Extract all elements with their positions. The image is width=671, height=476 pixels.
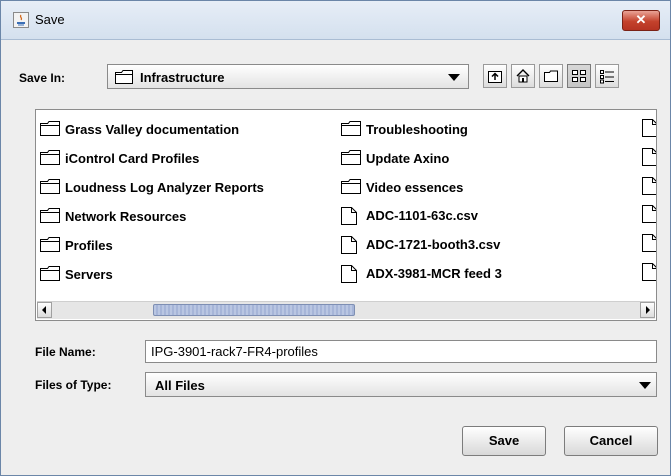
- item-label: iControl Card Profiles: [65, 151, 200, 166]
- file-icon: [642, 119, 656, 137]
- save-dialog: Save ✕ Save In: Infrastructure Grass Val…: [0, 0, 671, 476]
- close-button[interactable]: ✕: [622, 10, 660, 31]
- folder-icon: [40, 237, 60, 252]
- scroll-right-button[interactable]: [640, 302, 655, 318]
- scrollbar-thumb[interactable]: [153, 304, 355, 316]
- folder-icon: [40, 179, 60, 194]
- java-app-icon: [13, 12, 29, 28]
- item-label: Network Resources: [65, 209, 187, 224]
- item-label: Loudness Log Analyzer Reports: [65, 180, 264, 195]
- horizontal-scrollbar[interactable]: [37, 301, 655, 319]
- up-one-level-button[interactable]: [483, 64, 507, 88]
- chevron-down-icon: [639, 382, 651, 389]
- item-label: Video essences: [366, 180, 464, 195]
- file-list[interactable]: Grass Valley documentation iControl Card…: [35, 109, 657, 321]
- save-in-value: Infrastructure: [140, 70, 225, 85]
- details-view-icon: [600, 70, 614, 84]
- save-in-label: Save In:: [19, 71, 66, 85]
- folder-icon: [40, 121, 60, 136]
- files-of-type-dropdown[interactable]: All Files: [145, 372, 657, 397]
- save-button[interactable]: Save: [462, 426, 546, 456]
- home-button[interactable]: [511, 64, 535, 88]
- files-of-type-label: Files of Type:: [35, 378, 112, 392]
- details-view-button[interactable]: [595, 64, 619, 88]
- save-in-dropdown[interactable]: Infrastructure: [107, 64, 469, 89]
- cancel-button[interactable]: Cancel: [564, 426, 658, 456]
- folder-icon: [40, 208, 60, 223]
- file-icon: [642, 234, 656, 252]
- title-bar[interactable]: Save ✕: [1, 1, 670, 40]
- arrow-left-icon: [42, 306, 46, 314]
- item-label: Servers: [65, 267, 113, 282]
- arrow-right-icon: [646, 306, 650, 314]
- file-icon: [341, 207, 357, 225]
- new-folder-icon: [544, 70, 558, 82]
- folder-icon: [341, 121, 361, 136]
- item-label: Update Axino: [366, 151, 450, 166]
- scroll-left-button[interactable]: [37, 302, 52, 318]
- file-icon: [642, 205, 656, 223]
- folder-icon: [341, 150, 361, 165]
- item-label: ADX-3981-MCR feed 3: [366, 266, 502, 281]
- file-icon: [642, 148, 656, 166]
- list-view-icon: [572, 70, 586, 82]
- folder-icon: [341, 179, 361, 194]
- folder-icon: [115, 70, 133, 84]
- home-icon: [516, 69, 530, 83]
- file-icon: [642, 177, 656, 195]
- file-icon: [341, 236, 357, 254]
- up-one-level-icon: [488, 71, 502, 83]
- files-of-type-value: All Files: [155, 378, 205, 393]
- folder-icon: [40, 266, 60, 281]
- file-name-input[interactable]: [146, 341, 656, 362]
- new-folder-button[interactable]: [539, 64, 563, 88]
- folder-icon: [40, 150, 60, 165]
- item-label: ADC-1101-63c.csv: [366, 208, 479, 223]
- chevron-down-icon: [448, 74, 460, 81]
- list-view-button[interactable]: [567, 64, 591, 88]
- file-name-label: File Name:: [35, 345, 96, 359]
- file-name-field[interactable]: [145, 340, 657, 363]
- item-label: Grass Valley documentation: [65, 122, 240, 137]
- item-label: Profiles: [65, 238, 113, 253]
- window-title: Save: [35, 12, 65, 27]
- file-icon: [642, 263, 656, 281]
- file-icon: [341, 265, 357, 283]
- item-label: ADC-1721-booth3.csv: [366, 237, 501, 252]
- item-label: Troubleshooting: [366, 122, 468, 137]
